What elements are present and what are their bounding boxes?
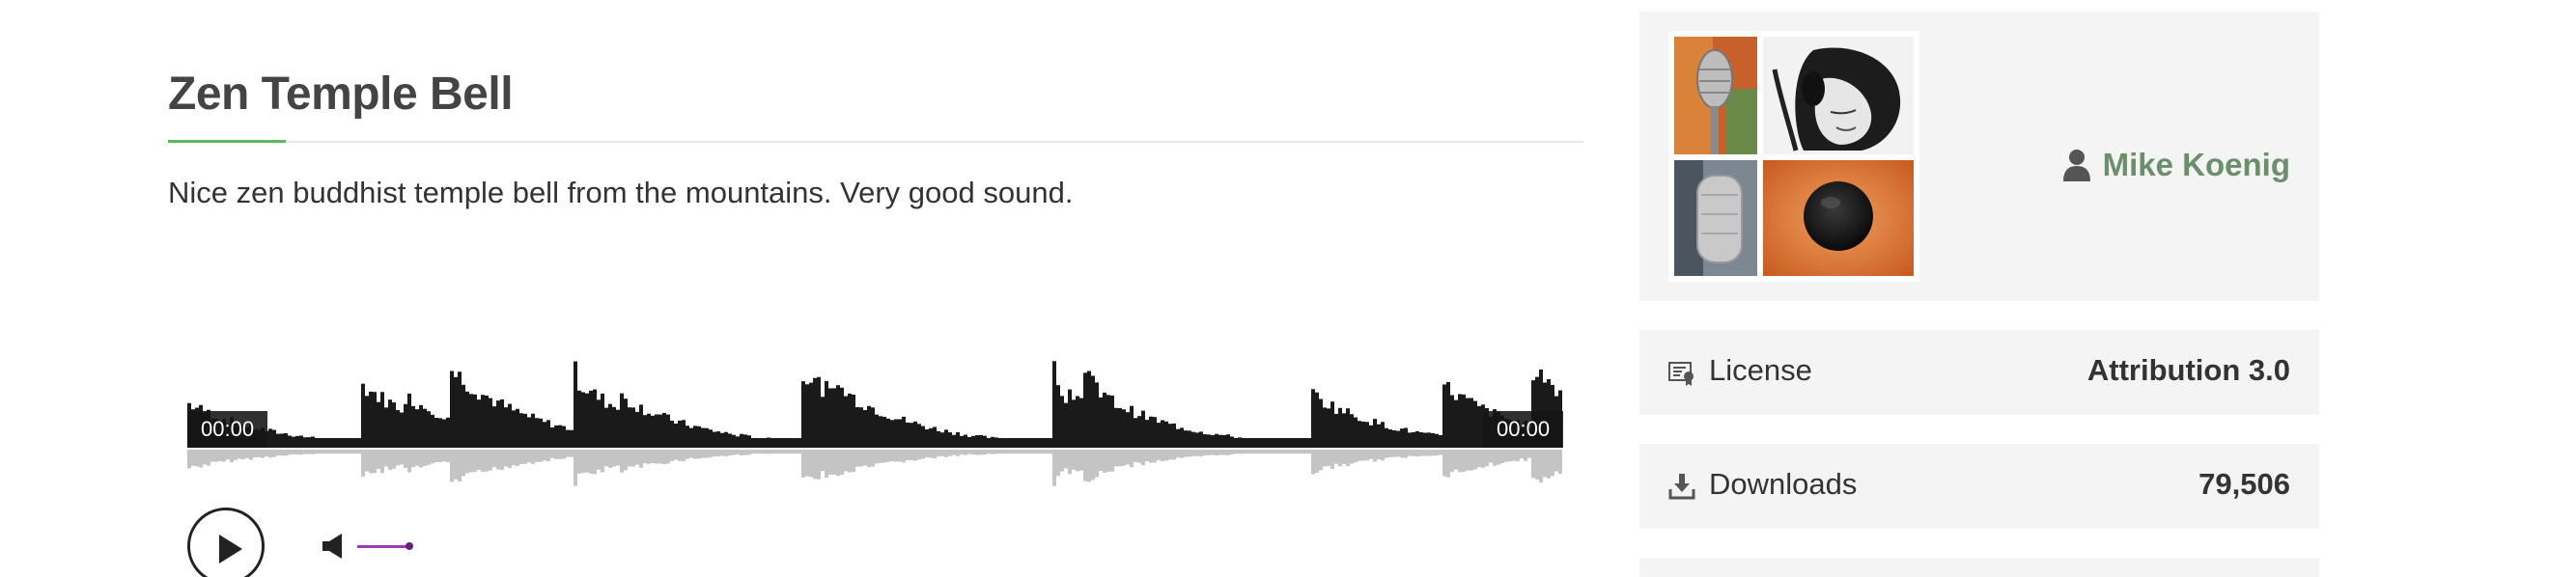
license-label: License: [1709, 353, 1812, 387]
author-card: Mike Koenig: [1639, 12, 2319, 301]
sound-sidebar: Mike Koenig License Attribution 3.0 Down…: [1639, 0, 2319, 577]
title-divider: [168, 141, 1583, 143]
waveform-graphic: [187, 361, 1562, 486]
player-controls: [187, 508, 574, 577]
downloads-label: Downloads: [1709, 467, 1858, 501]
info-row-partial: [1639, 558, 2319, 577]
downloads-row: Downloads 79,506: [1639, 444, 2319, 529]
author-link[interactable]: Mike Koenig: [2062, 147, 2290, 183]
play-icon: [219, 535, 242, 563]
user-icon: [2062, 150, 2090, 181]
license-row: License Attribution 3.0: [1639, 330, 2319, 415]
play-button[interactable]: [187, 508, 265, 577]
page-title: Zen Temple Bell: [168, 69, 514, 120]
current-time-badge: 00:00: [187, 411, 268, 448]
volume-icon[interactable]: [322, 533, 348, 560]
volume-track: [357, 545, 409, 548]
avatar-image: [1674, 37, 1914, 276]
downloads-count: 79,506: [2198, 467, 2290, 501]
author-name: Mike Koenig: [2102, 147, 2290, 182]
volume-slider[interactable]: [357, 535, 415, 558]
author-avatar[interactable]: [1668, 31, 1919, 282]
sound-description: Nice zen buddhist temple bell from the m…: [168, 176, 1074, 209]
duration-badge: 00:00: [1483, 411, 1564, 448]
download-icon: [1668, 474, 1695, 500]
license-value[interactable]: Attribution 3.0: [2087, 353, 2290, 388]
license-icon: [1668, 362, 1694, 386]
volume-handle[interactable]: [406, 542, 413, 550]
title-accent-bar: [168, 140, 286, 143]
waveform-seekbar[interactable]: [187, 338, 1562, 492]
